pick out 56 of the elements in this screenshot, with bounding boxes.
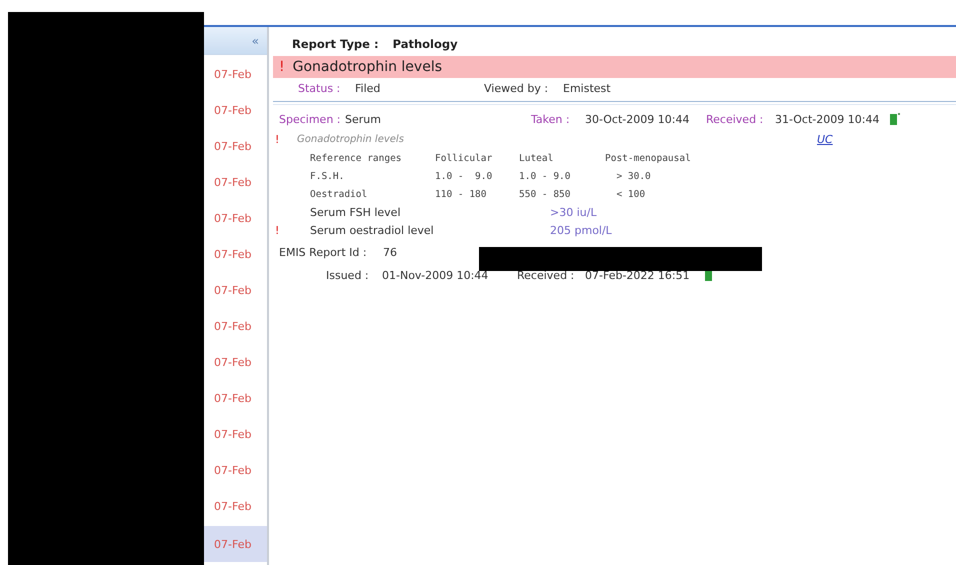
date-list-item[interactable]: 07-Feb [204, 92, 267, 128]
viewed-by-label: Viewed by : [484, 82, 550, 94]
reference-table-cell-text: Reference ranges [310, 152, 403, 164]
collapse-button[interactable]: « [204, 27, 267, 55]
uc-link[interactable]: UC [817, 132, 833, 146]
result-name: Serum FSH level [310, 206, 402, 218]
abnormal-mark: ! [275, 132, 280, 146]
reference-table-cell-text: > 30.0 [615, 170, 652, 182]
date-list-item[interactable]: 07-Feb [204, 200, 267, 236]
reference-table-cell-text: Follicular [435, 152, 494, 164]
date-list-item[interactable]: 07-Feb [204, 56, 267, 92]
issued-value: 01-Nov-2009 10:44 [382, 268, 490, 282]
status-label: Status : [298, 82, 342, 94]
issued-label: Issued : [326, 268, 370, 282]
date-list-item[interactable]: 07-Feb [204, 452, 267, 488]
date-list-item[interactable]: 07-Feb [204, 488, 267, 524]
specimen-value: Serum [345, 112, 382, 126]
reference-table-cell-text: Post-menopausal [605, 152, 692, 164]
received-value: 07-Feb-2022 16:51 [585, 268, 691, 282]
result-value: 205 pmol/L [550, 224, 612, 236]
report-type-label: Report Type : [292, 37, 379, 51]
status-value: Filed [355, 82, 382, 94]
date-list-item[interactable]: 07-Feb [204, 416, 267, 452]
reference-table-cell-text: Oestradiol [310, 188, 368, 200]
reference-table-cell-text: F.S.H. [310, 170, 346, 182]
date-list-item[interactable]: 07-Feb [204, 272, 267, 308]
report-id-value: 76 [383, 246, 398, 258]
report-type-value: Pathology [392, 37, 458, 51]
viewed-by-value: Emistest [563, 82, 612, 94]
received-label: Received : [517, 268, 576, 282]
result-name: Serum oestradiol level [310, 224, 435, 236]
report-id-label: EMIS Report Id : [279, 246, 368, 258]
result-value: >30 iu/L [550, 206, 597, 218]
reference-table-cell-text: 1.0 - 9.0 [519, 170, 572, 182]
received-label: Received : [706, 112, 764, 126]
date-list-item[interactable]: 07-Feb [204, 236, 267, 272]
test-name: Gonadotrophin levels [297, 134, 405, 144]
reference-table-cell-text: Luteal [519, 152, 554, 164]
received-value: 31-Oct-2009 10:44 [775, 112, 880, 126]
date-list-item[interactable]: 07-Feb [204, 164, 267, 200]
flag-icon [890, 113, 901, 125]
date-list-item[interactable]: 07-Feb [204, 380, 267, 416]
date-list-item[interactable]: 07-Feb [204, 526, 267, 562]
taken-label: Taken : [531, 112, 571, 126]
abnormal-mark: ! [279, 59, 285, 75]
date-list-item[interactable]: 07-Feb [204, 344, 267, 380]
date-list-item[interactable]: 07-Feb [204, 308, 267, 344]
reference-table-cell-text: 550 - 850 [519, 188, 572, 200]
report-title: Gonadotrophin levels [292, 59, 442, 75]
taken-value: 30-Oct-2009 10:44 [585, 112, 690, 126]
abnormal-mark: ! [275, 224, 280, 236]
reference-table-cell-text: 110 - 180 [435, 188, 488, 200]
reference-table-cell-text: 1.0 - 9.0 [435, 170, 494, 182]
specimen-label: Specimen : [279, 112, 342, 126]
reference-table-cell-text: < 100 [615, 188, 646, 200]
date-list-item[interactable]: 07-Feb [204, 128, 267, 164]
